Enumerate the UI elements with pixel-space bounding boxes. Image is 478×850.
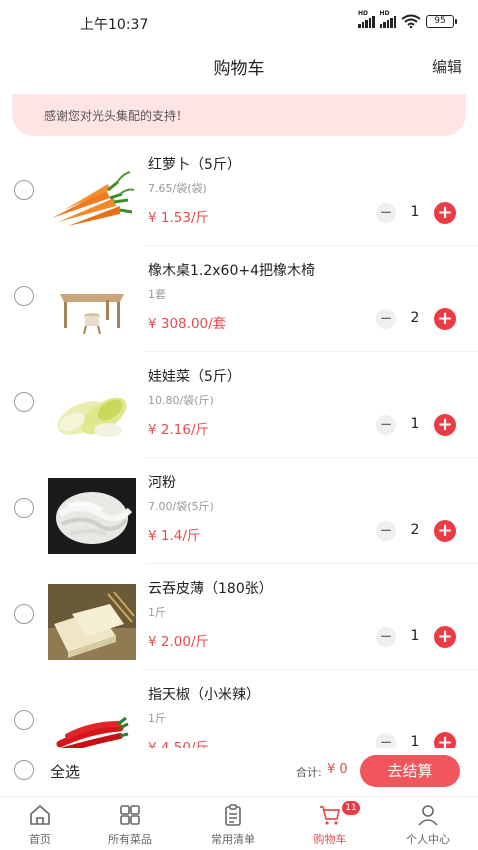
cart-item: 云吞皮薄（180张） 1斤 ¥ 2.00/斤 − 1 + xyxy=(0,564,478,670)
increase-button[interactable]: + xyxy=(434,732,456,748)
item-name: 云吞皮薄（180张） xyxy=(148,581,273,597)
tab-profile[interactable]: 个人中心 xyxy=(388,797,468,850)
quantity-stepper: − 1 + xyxy=(376,626,456,648)
increase-button[interactable]: + xyxy=(434,308,456,330)
item-spec: 1套 xyxy=(148,288,166,301)
item-price: ¥ 1.4/斤 xyxy=(148,528,201,544)
user-icon xyxy=(418,805,438,826)
checkout-button[interactable]: 去结算 xyxy=(360,755,460,787)
item-select-radio[interactable] xyxy=(14,392,34,412)
quantity-value: 2 xyxy=(410,310,420,326)
status-time: 上午10:37 xyxy=(80,17,149,33)
item-select-radio[interactable] xyxy=(14,604,34,624)
item-spec: 1斤 xyxy=(148,712,166,725)
item-price: ¥ 2.00/斤 xyxy=(148,634,209,650)
item-spec: 10.80/袋(斤) xyxy=(148,394,214,407)
edit-button[interactable]: 编辑 xyxy=(432,56,462,77)
cart-item: 河粉 7.00/袋(5斤) ¥ 1.4/斤 − 2 + xyxy=(0,458,478,564)
battery-icon: 95 xyxy=(426,14,457,28)
increase-button[interactable]: + xyxy=(434,626,456,648)
cart-icon xyxy=(320,806,340,825)
quantity-value: 1 xyxy=(410,416,420,432)
cart-item: 娃娃菜（5斤） 10.80/袋(斤) ¥ 2.16/斤 − 1 + xyxy=(0,352,478,458)
nav-bar: 购物车 编辑 xyxy=(0,44,478,88)
baby-cabbage-image xyxy=(48,372,136,448)
cart-item: 指天椒（小米辣） 1斤 ¥ 4.50/斤 − 1 + xyxy=(0,670,478,748)
item-price: ¥ 2.16/斤 xyxy=(148,422,209,438)
status-icons: HD HD 95 xyxy=(358,10,457,28)
banner-text: 感谢您对光头集配的支持！ xyxy=(44,109,189,123)
table-image xyxy=(48,266,136,342)
decrease-button[interactable]: − xyxy=(376,521,396,541)
tab-label: 个人中心 xyxy=(406,833,450,846)
item-select-radio[interactable] xyxy=(14,710,34,730)
grid-icon xyxy=(120,805,140,825)
item-price: ¥ 308.00/套 xyxy=(148,316,227,332)
cart-item: 红萝卜（5斤） 7.65/袋(袋) ¥ 1.53/斤 − 1 + xyxy=(0,140,478,246)
home-icon xyxy=(30,805,50,825)
clipboard-icon xyxy=(225,804,241,826)
decrease-button[interactable]: − xyxy=(376,415,396,435)
item-select-radio[interactable] xyxy=(14,498,34,518)
item-spec: 7.65/袋(袋) xyxy=(148,182,207,195)
chili-image xyxy=(48,690,136,748)
item-select-radio[interactable] xyxy=(14,286,34,306)
quantity-stepper: − 1 + xyxy=(376,732,456,748)
wonton-wrapper-image xyxy=(48,584,136,660)
cart-item: 橡木桌1.2x60+4把橡木椅 1套 ¥ 308.00/套 − 2 + xyxy=(0,246,478,352)
total-label: 合计: xyxy=(296,766,322,779)
total-value: ¥ 0 xyxy=(327,762,348,777)
notice-banner: 感谢您对光头集配的支持！ xyxy=(12,94,466,136)
tab-home[interactable]: 首页 xyxy=(0,797,80,850)
tab-cart[interactable]: 11 购物车 xyxy=(290,797,370,850)
quantity-value: 1 xyxy=(410,204,420,220)
decrease-button[interactable]: − xyxy=(376,627,396,647)
signal-icon-2: HD xyxy=(379,10,396,28)
item-name: 河粉 xyxy=(148,475,176,491)
decrease-button[interactable]: − xyxy=(376,309,396,329)
wifi-icon xyxy=(401,14,421,28)
signal-icon: HD xyxy=(358,10,375,28)
item-select-radio[interactable] xyxy=(14,180,34,200)
quantity-stepper: − 2 + xyxy=(376,308,456,330)
page-title: 购物车 xyxy=(213,59,265,79)
item-name: 指天椒（小米辣） xyxy=(148,687,260,703)
increase-button[interactable]: + xyxy=(434,520,456,542)
tab-bar: 首页 所有菜品 常用清单 11 购物车 个人中心 xyxy=(0,796,478,850)
item-price: ¥ 4.50/斤 xyxy=(148,740,209,748)
quantity-value: 1 xyxy=(410,734,420,748)
item-name: 红萝卜（5斤） xyxy=(148,157,241,173)
tab-label: 购物车 xyxy=(313,833,347,846)
quantity-stepper: − 1 + xyxy=(376,414,456,436)
decrease-button[interactable]: − xyxy=(376,733,396,748)
quantity-value: 1 xyxy=(410,628,420,644)
tab-label: 首页 xyxy=(29,833,51,846)
quantity-stepper: − 2 + xyxy=(376,520,456,542)
tab-label: 常用清单 xyxy=(211,833,255,846)
select-all-label[interactable]: 全选 xyxy=(50,761,80,782)
item-spec: 7.00/袋(5斤) xyxy=(148,500,214,513)
item-name: 娃娃菜（5斤） xyxy=(148,369,241,385)
tab-all-dishes[interactable]: 所有菜品 xyxy=(90,797,170,850)
decrease-button[interactable]: − xyxy=(376,203,396,223)
tab-label: 所有菜品 xyxy=(108,833,152,846)
cart-badge: 11 xyxy=(342,801,360,815)
increase-button[interactable]: + xyxy=(434,414,456,436)
increase-button[interactable]: + xyxy=(434,202,456,224)
rice-noodle-image xyxy=(48,478,136,554)
cart-list[interactable]: 红萝卜（5斤） 7.65/袋(袋) ¥ 1.53/斤 − 1 + 橡木桌1.2x… xyxy=(0,140,478,748)
status-bar: 上午10:37 HD HD 95 xyxy=(0,0,478,44)
item-price: ¥ 1.53/斤 xyxy=(148,210,209,226)
item-name: 橡木桌1.2x60+4把橡木椅 xyxy=(148,263,316,279)
carrot-image xyxy=(48,160,136,236)
tab-frequent-list[interactable]: 常用清单 xyxy=(193,797,273,850)
quantity-stepper: − 1 + xyxy=(376,202,456,224)
checkout-bar: 全选 合计: ¥ 0 去结算 xyxy=(0,748,478,796)
select-all-radio[interactable] xyxy=(14,760,34,780)
quantity-value: 2 xyxy=(410,522,420,538)
item-spec: 1斤 xyxy=(148,606,166,619)
